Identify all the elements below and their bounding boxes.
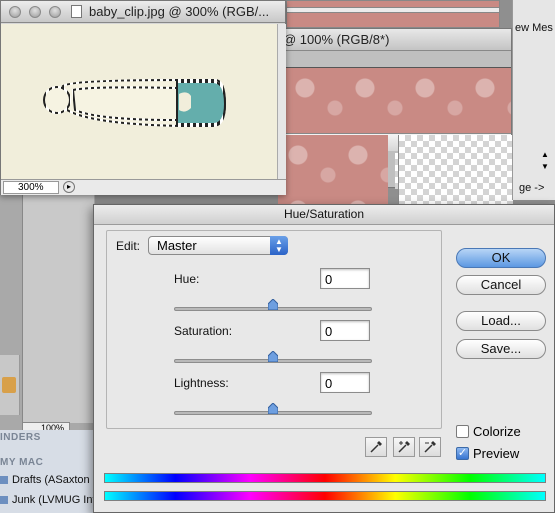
saturation-slider[interactable] bbox=[174, 351, 372, 363]
window-divider bbox=[287, 7, 499, 13]
mailbox-icon bbox=[0, 476, 8, 484]
sidebar-item-label: Junk (LVMUG Inf bbox=[12, 494, 96, 506]
saturation-input[interactable] bbox=[320, 320, 370, 341]
hue-saturation-dialog: Hue/Saturation Edit: Master ▲▼ Hue: Satu… bbox=[93, 204, 555, 513]
chevron-down-icon[interactable]: ▼ bbox=[541, 162, 549, 171]
select-arrows-icon: ▲ ▼ bbox=[270, 236, 288, 255]
lightness-label: Lightness: bbox=[174, 376, 229, 390]
message-label: ge -> bbox=[519, 182, 545, 194]
preview-option[interactable]: ✓ Preview bbox=[456, 446, 519, 461]
sidebar-heading-finders: INDERS bbox=[0, 432, 41, 443]
saturation-label: Saturation: bbox=[174, 324, 233, 338]
edit-label: Edit: bbox=[116, 239, 141, 253]
preview-checkbox[interactable]: ✓ bbox=[456, 447, 469, 460]
document-icon bbox=[71, 5, 82, 18]
window-titlebar[interactable]: baby_clip.jpg @ 300% (RGB/... bbox=[1, 1, 285, 23]
hue-input[interactable] bbox=[320, 268, 370, 289]
cancel-button[interactable]: Cancel bbox=[456, 275, 546, 295]
background-window-stripes bbox=[286, 0, 500, 28]
canvas-transparent-middle bbox=[398, 135, 513, 205]
hue-slider[interactable] bbox=[174, 299, 372, 311]
sidebar-item-junk[interactable]: Junk (LVMUG Inf bbox=[0, 494, 96, 506]
adjustment-group bbox=[106, 230, 442, 429]
mail-sidebar: INDERS MY MAC Drafts (ASaxton Junk (LVMU… bbox=[0, 430, 96, 513]
preview-label: Preview bbox=[473, 446, 520, 461]
lightness-slider[interactable] bbox=[174, 403, 372, 415]
color-spectrum-bar-source bbox=[104, 473, 546, 483]
canvas-pink[interactable] bbox=[285, 67, 511, 133]
mailbox-icon bbox=[0, 496, 8, 504]
dialog-title[interactable]: Hue/Saturation bbox=[94, 205, 554, 225]
left-dock-strip bbox=[0, 355, 20, 415]
zoom-button[interactable] bbox=[49, 6, 61, 18]
sidebar-item-label: Drafts (ASaxton bbox=[12, 474, 90, 486]
document-window-behind bbox=[22, 195, 94, 423]
zoom-level-field[interactable]: 300% bbox=[3, 181, 59, 194]
safety-pin-image bbox=[43, 79, 227, 127]
chevron-up-icon[interactable]: ▲ bbox=[541, 150, 549, 159]
colorize-label: Colorize bbox=[473, 424, 521, 439]
folder-icon[interactable] bbox=[2, 377, 16, 393]
colorize-option[interactable]: Colorize bbox=[456, 424, 521, 439]
save-button[interactable]: Save... bbox=[456, 339, 546, 359]
status-bar: 300% ▸ bbox=[1, 179, 286, 195]
edit-channel-select[interactable]: Master ▲ ▼ bbox=[148, 236, 288, 255]
hue-slider-thumb[interactable] bbox=[268, 299, 278, 310]
color-spectrum-bar-result bbox=[104, 491, 546, 501]
window-title[interactable]: @ 100% (RGB/8*) bbox=[263, 29, 511, 51]
edit-channel-value: Master bbox=[157, 238, 197, 253]
close-button[interactable] bbox=[9, 6, 21, 18]
lightness-slider-thumb[interactable] bbox=[268, 403, 278, 414]
image-canvas[interactable] bbox=[1, 24, 277, 179]
ok-button[interactable]: OK bbox=[456, 248, 546, 268]
vertical-scrollbar[interactable] bbox=[277, 24, 286, 179]
hue-label: Hue: bbox=[174, 272, 200, 286]
sidebar-item-drafts[interactable]: Drafts (ASaxton bbox=[0, 474, 90, 486]
status-menu-arrow-icon[interactable]: ▸ bbox=[63, 181, 75, 193]
eyedropper-add-icon[interactable] bbox=[393, 437, 415, 457]
canvas-pink-middle bbox=[278, 135, 388, 205]
eyedropper-icon[interactable] bbox=[365, 437, 387, 457]
colorize-checkbox[interactable] bbox=[456, 425, 469, 438]
lightness-input[interactable] bbox=[320, 372, 370, 393]
load-button[interactable]: Load... bbox=[456, 311, 546, 331]
new-message-label[interactable]: ew Mes bbox=[515, 22, 553, 34]
minimize-button[interactable] bbox=[29, 6, 41, 18]
document-window-baby-clip[interactable]: baby_clip.jpg @ 300% (RGB/... 300% ▸ bbox=[0, 0, 286, 195]
mail-panel-right: ew Mes ge -> ▲ ▼ bbox=[512, 0, 555, 200]
sidebar-heading-my-mac: MY MAC bbox=[0, 457, 44, 468]
eyedropper-subtract-icon[interactable] bbox=[419, 437, 441, 457]
window-title: baby_clip.jpg @ 300% (RGB/... bbox=[89, 4, 270, 19]
saturation-slider-thumb[interactable] bbox=[268, 351, 278, 362]
